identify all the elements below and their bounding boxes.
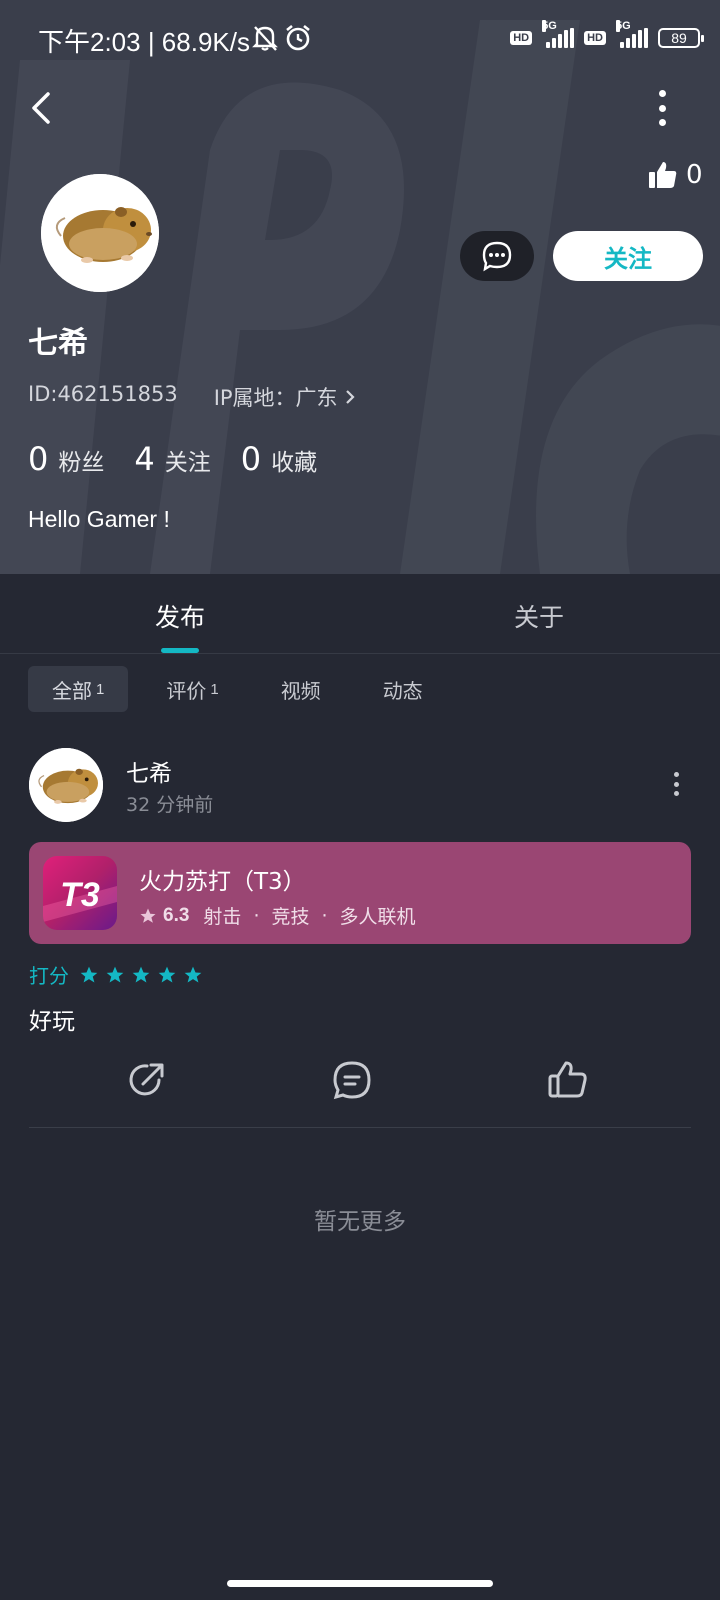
star-icon (106, 966, 124, 982)
more-options-icon[interactable] (656, 90, 668, 126)
game-icon-text: T3 (60, 876, 100, 914)
like-icon[interactable] (546, 1058, 590, 1102)
post-timestamp: 32 分钟前 (126, 794, 214, 816)
profile-tabs: 发布 关于 (0, 574, 720, 654)
filter-reviews[interactable]: 评价 1 (142, 666, 242, 712)
user-stats: 0 粉丝 4 关注 0 收藏 (28, 440, 317, 478)
thumbs-up-icon (649, 162, 677, 188)
divider (29, 1127, 691, 1128)
comment-icon[interactable] (330, 1058, 374, 1102)
user-meta: ID:462151853 IP属地：广东 (28, 382, 356, 412)
rating-label: 打分 (29, 964, 69, 988)
game-meta: 6.3 射击 · 竞技 · 多人联机 (139, 902, 416, 929)
signal-icon: 5G (616, 20, 648, 48)
status-time: 下午2:03 | 68.9K/s (38, 27, 250, 57)
post-author-avatar[interactable] (29, 748, 103, 822)
status-icons: HD 5G HD 5G 89 (510, 20, 704, 56)
status-bar: 下午2:03 | 68.9K/s HD 5G HD 5G 89 (0, 0, 720, 76)
star-icon (132, 966, 150, 982)
profile-header: 下午2:03 | 68.9K/s HD 5G HD 5G 89 0 关注 七希 … (0, 0, 720, 574)
content-filters: 全部 1 评价 1 视频 动态 (28, 666, 461, 712)
post-more-icon[interactable] (672, 772, 680, 796)
star-icon (80, 966, 98, 982)
stat-fans[interactable]: 0 粉丝 (28, 440, 104, 478)
chevron-right-icon (345, 390, 355, 404)
game-tag: 多人联机 (339, 906, 416, 928)
end-of-list-text: 暂无更多 (314, 1209, 406, 1235)
signal-icon: 5G (542, 20, 575, 48)
active-tab-indicator (161, 648, 199, 653)
chat-bubble-icon (482, 241, 512, 272)
game-icon: T3 (43, 856, 117, 930)
game-title: 火力苏打（T3） (139, 869, 306, 895)
filter-moments[interactable]: 动态 (359, 666, 447, 712)
game-score: 6.3 (163, 904, 190, 926)
back-icon[interactable] (26, 88, 56, 128)
star-icon (140, 908, 156, 923)
message-button[interactable] (460, 231, 534, 281)
stat-favorites[interactable]: 0 收藏 (241, 440, 317, 478)
tab-about[interactable]: 关于 (514, 598, 564, 634)
hamster-avatar-image (29, 748, 103, 822)
game-card[interactable]: T3 火力苏打（T3） 6.3 射击 · 竞技 · 多人联机 (29, 842, 691, 944)
tab-publish[interactable]: 发布 (155, 598, 205, 634)
game-tag: 竞技 (271, 906, 310, 928)
rating-stars (79, 965, 203, 985)
profile-like-count: 0 (648, 160, 703, 190)
review-text: 好玩 (29, 1009, 75, 1035)
game-tag: 射击 (203, 906, 242, 928)
post-actions (0, 1058, 720, 1102)
stat-following[interactable]: 4 关注 (134, 440, 210, 478)
share-icon[interactable] (125, 1058, 169, 1102)
ip-location-link[interactable]: IP属地：广东 (214, 382, 356, 412)
filter-videos[interactable]: 视频 (257, 666, 345, 712)
post-rating: 打分 (29, 960, 203, 989)
user-id: ID:462151853 (28, 382, 178, 406)
user-bio: Hello Gamer ! (28, 506, 170, 532)
battery-icon: 89 (658, 28, 704, 48)
hamster-avatar-image (41, 174, 159, 292)
bell-muted-icon (252, 26, 278, 51)
star-icon (158, 966, 176, 982)
follow-button[interactable]: 关注 (553, 231, 703, 281)
avatar[interactable] (41, 174, 159, 292)
post-author-name[interactable]: 七希 (126, 754, 172, 788)
user-name: 七希 (28, 326, 88, 361)
hd-badge: HD (584, 31, 606, 45)
home-indicator[interactable] (227, 1580, 493, 1587)
hd-badge: HD (510, 31, 533, 45)
star-icon (184, 966, 202, 982)
alarm-icon (286, 24, 310, 51)
filter-all[interactable]: 全部 1 (28, 666, 129, 712)
